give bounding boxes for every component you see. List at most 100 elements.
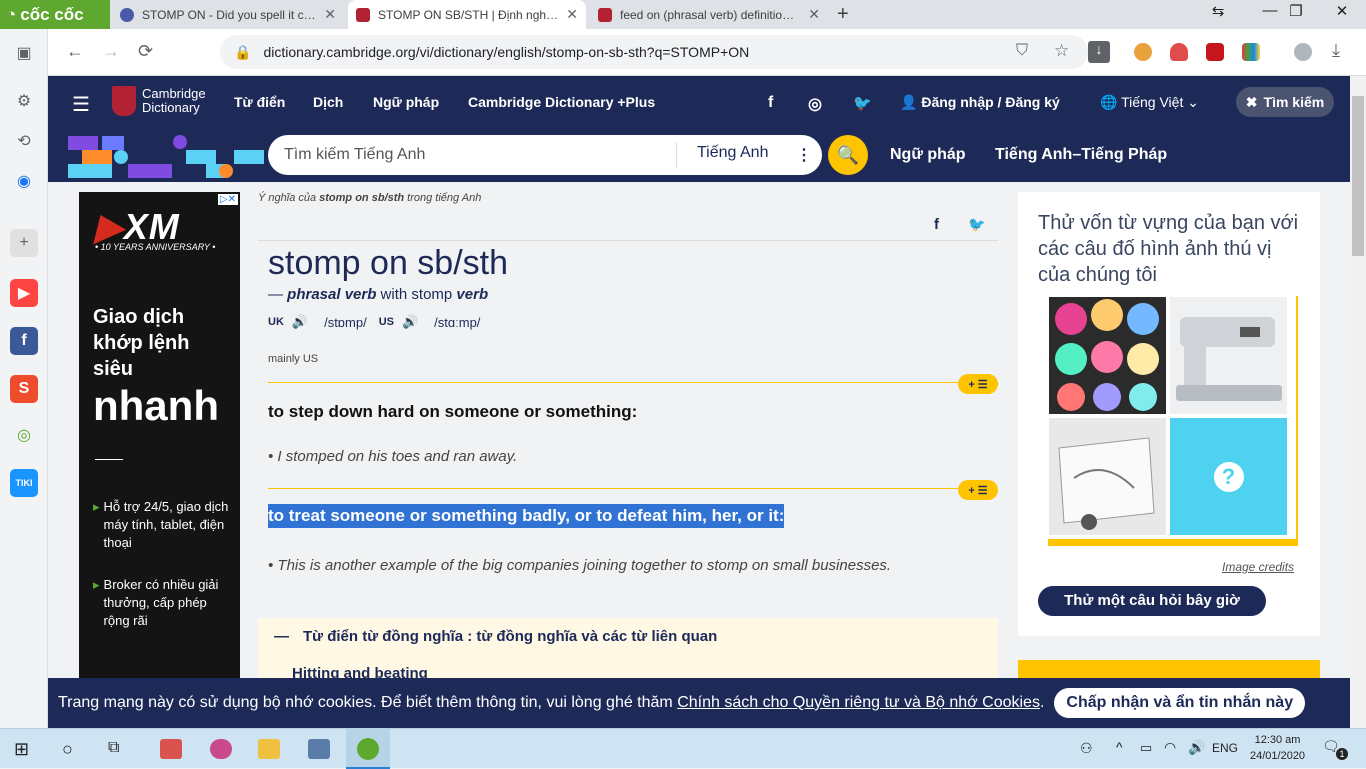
people-icon[interactable]: ⚇ — [1080, 740, 1093, 757]
extension-pdf-icon[interactable] — [1206, 43, 1224, 61]
coccoc-taskbar-item[interactable] — [346, 729, 390, 769]
ad-banner[interactable]: ▷✕ ▶XM • 10 YEARS ANNIVERSARY • Giao dịc… — [79, 192, 240, 712]
bookmark-star-icon[interactable]: ☆ — [1054, 41, 1069, 61]
part-of-speech: — phrasal verb with stomp verb — [268, 286, 488, 303]
app-icon-4[interactable] — [308, 739, 330, 759]
tab-1[interactable]: STOMP ON - Did you spell it corre ✕ — [112, 0, 344, 29]
restore-button[interactable]: ❐ — [1276, 2, 1316, 20]
settings-gear-icon[interactable]: ⚙ — [10, 87, 38, 115]
task-view-icon[interactable]: ⧉ — [108, 739, 130, 759]
scrollbar-thumb[interactable] — [1352, 96, 1364, 256]
browser-brand[interactable]: ◔ cốc cốc — [0, 0, 110, 29]
twitter-icon[interactable]: 🐦 — [853, 94, 872, 112]
lock-icon: 🔒 — [234, 43, 252, 60]
download-icon[interactable]: ↓ — [1088, 41, 1110, 63]
windows-start-icon[interactable]: ⊞ — [14, 739, 36, 759]
close-tab-icon[interactable]: ✕ — [808, 6, 820, 23]
tiki-icon[interactable]: TIKI — [10, 469, 38, 497]
shopee-icon[interactable]: S — [10, 375, 38, 403]
quiz-image-frame[interactable]: ? — [1043, 291, 1298, 546]
ad-headline-2: khớp lệnh — [93, 332, 190, 354]
quiz-panel: Thử vốn từ vựng của bạn với các câu đố h… — [1018, 192, 1320, 636]
share-facebook-icon[interactable]: f — [934, 216, 939, 233]
wifi-icon[interactable]: ◠ — [1164, 739, 1176, 756]
app-icon-2[interactable] — [210, 739, 232, 759]
battery-icon[interactable]: ▭ — [1140, 740, 1152, 756]
coccoc-map-icon[interactable]: ◎ — [10, 421, 38, 449]
facebook-icon[interactable]: f — [10, 327, 38, 355]
close-tab-icon[interactable]: ✕ — [324, 6, 336, 23]
search-bar-area: Tìm kiếm Tiếng Anh Tiếng Anh ⋮ 🔍 Ngữ phá… — [48, 128, 1350, 182]
language-select[interactable]: 🌐 Tiếng Việt ⌄ — [1100, 94, 1199, 111]
quiz-start-button[interactable]: Thử một câu hỏi bây giờ — [1038, 586, 1266, 616]
youtube-icon[interactable]: ▶ — [10, 279, 38, 307]
extension-chrome-icon[interactable] — [1134, 43, 1152, 61]
en-fr-link[interactable]: Tiếng Anh–Tiếng Pháp — [995, 146, 1167, 164]
notification-center[interactable]: 🗨 1 — [1322, 738, 1348, 760]
tray-chevron-icon[interactable]: ^ — [1116, 739, 1123, 755]
facebook-icon[interactable]: f — [768, 94, 773, 112]
instagram-icon[interactable]: ◎ — [808, 94, 822, 114]
sidebar-panel-icon[interactable]: ▣ — [10, 39, 38, 67]
sense-divider — [268, 382, 958, 383]
reload-icon[interactable]: ⟳ — [138, 41, 153, 62]
nav-plus[interactable]: Cambridge Dictionary +Plus — [468, 94, 655, 110]
search-button[interactable]: 🔍 — [828, 135, 868, 175]
address-bar[interactable]: 🔒 dictionary.cambridge.org/vi/dictionary… — [220, 35, 1088, 69]
thesaurus-link[interactable]: Hitting and beating — [258, 645, 998, 682]
grammar-link[interactable]: Ngữ pháp — [890, 146, 966, 164]
messenger-icon[interactable]: ◉ — [10, 167, 38, 195]
search-toggle-button[interactable]: ✖ Tìm kiếm — [1236, 87, 1334, 117]
search-input[interactable]: Tìm kiếm Tiếng Anh Tiếng Anh ⋮ — [268, 135, 822, 175]
definition-1: to step down hard on someone or somethin… — [268, 402, 638, 421]
add-icon[interactable]: + — [10, 229, 38, 257]
more-vertical-icon[interactable]: ⋮ — [796, 145, 812, 165]
uk-label: UK — [268, 316, 284, 328]
accept-cookies-button[interactable]: Chấp nhận và ẩn tin nhắn này — [1054, 688, 1306, 718]
add-to-list-button[interactable]: + ☰ — [958, 480, 998, 500]
globe-icon: 🌐 — [1100, 94, 1118, 110]
close-window-button[interactable]: ✕ — [1322, 2, 1362, 20]
share-twitter-icon[interactable]: 🐦 — [968, 216, 985, 233]
shield-privacy-icon[interactable]: ⛉ — [1016, 42, 1028, 60]
ad-info-icon[interactable]: ▷✕ — [217, 194, 238, 205]
clock-date: 24/01/2020 — [1250, 750, 1306, 762]
new-tab-button[interactable]: + — [837, 3, 849, 26]
uk-audio-icon[interactable]: 🔊 — [292, 314, 308, 330]
extension-shield-icon[interactable] — [1170, 43, 1188, 61]
volume-icon[interactable]: 🔊 — [1188, 739, 1205, 756]
nav-translate[interactable]: Dịch — [313, 94, 343, 110]
nav-dictionary[interactable]: Từ điển — [234, 94, 285, 110]
extension-grid-icon[interactable] — [1242, 43, 1260, 61]
privacy-policy-link[interactable]: Chính sách cho Quyền riêng tư và Bộ nhớ … — [677, 694, 1040, 711]
history-icon[interactable]: ⟲ — [10, 127, 38, 155]
forward-arrow-icon[interactable]: → — [102, 41, 120, 62]
file-explorer-icon[interactable] — [258, 739, 280, 759]
search-placeholder: Tìm kiếm Tiếng Anh — [284, 146, 426, 163]
search-circle-icon[interactable]: ○ — [62, 739, 84, 759]
back-arrow-icon[interactable]: ← — [66, 41, 84, 62]
ad-headline-3: siêu — [93, 358, 134, 380]
brand-label: cốc cốc — [20, 4, 84, 24]
us-audio-icon[interactable]: 🔊 — [402, 314, 418, 330]
cambridge-shield-icon — [112, 86, 136, 116]
clock[interactable]: 12:30 am 24/01/2020 — [1250, 732, 1305, 764]
nav-grammar[interactable]: Ngữ pháp — [373, 94, 439, 110]
thesaurus-header[interactable]: — Từ điển từ đồng nghĩa : từ đồng nghĩa … — [258, 618, 998, 645]
add-to-list-button[interactable]: + ☰ — [958, 374, 998, 394]
menu-hamburger-icon[interactable]: ☰ — [72, 92, 90, 117]
close-tab-icon[interactable]: ✕ — [566, 6, 578, 23]
image-credits-link[interactable]: Image credits — [1222, 560, 1294, 574]
app-icon-1[interactable] — [160, 739, 182, 759]
profile-avatar[interactable] — [1294, 43, 1312, 61]
tab-2-active[interactable]: STOMP ON SB/STH | Định nghĩa tr ✕ — [348, 0, 586, 29]
tab-search-icon[interactable]: ⇆ — [1198, 2, 1238, 20]
dictionary-select[interactable]: Tiếng Anh — [676, 142, 796, 168]
cambridge-logo[interactable]: Cambridge Dictionary — [112, 86, 206, 116]
tab-title: feed on (phrasal verb) definition ar — [620, 7, 801, 22]
downloads-icon[interactable]: ⤓ — [1332, 40, 1340, 61]
language-indicator[interactable]: ENG — [1212, 741, 1238, 755]
login-link[interactable]: 👤 Đăng nhập / Đăng ký — [900, 94, 1060, 111]
us-ipa: /stɑːmp/ — [434, 314, 481, 330]
tab-3[interactable]: feed on (phrasal verb) definition ar ✕ — [590, 0, 828, 29]
